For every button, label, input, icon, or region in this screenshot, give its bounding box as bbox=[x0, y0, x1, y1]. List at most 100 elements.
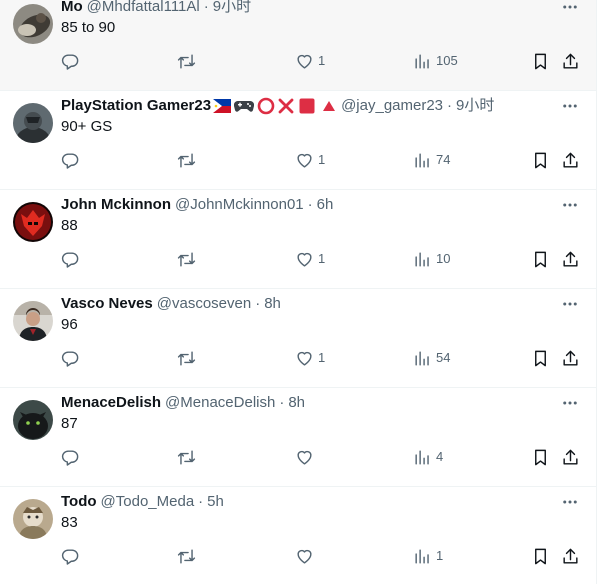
like-button[interactable]: 1 bbox=[295, 149, 325, 171]
reply-button[interactable] bbox=[61, 545, 80, 567]
tweet[interactable]: John Mckinnon @JohnMckinnon01 · 6h 88 1 … bbox=[0, 190, 596, 289]
share-button[interactable] bbox=[561, 248, 580, 270]
views-icon bbox=[415, 449, 429, 465]
retweet-icon bbox=[177, 449, 196, 465]
avatar[interactable] bbox=[13, 4, 53, 44]
separator-dot: · bbox=[203, 0, 209, 15]
views-button[interactable]: 4 bbox=[413, 446, 443, 468]
share-icon bbox=[563, 53, 578, 69]
reply-icon bbox=[61, 548, 79, 565]
share-button[interactable] bbox=[561, 50, 580, 72]
share-button[interactable] bbox=[561, 347, 580, 369]
share-button[interactable] bbox=[561, 446, 580, 468]
more-icon[interactable] bbox=[560, 393, 580, 413]
views-button[interactable]: 1 bbox=[413, 545, 443, 567]
more-icon[interactable] bbox=[560, 96, 580, 116]
timestamp[interactable]: 8h bbox=[264, 294, 281, 314]
bookmark-button[interactable] bbox=[531, 545, 550, 567]
reply-icon bbox=[61, 350, 79, 367]
retweet-button[interactable] bbox=[177, 545, 196, 567]
reply-button[interactable] bbox=[61, 347, 80, 369]
share-button[interactable] bbox=[561, 545, 580, 567]
tweet[interactable]: Todo @Todo_Meda · 5h 83 1 bbox=[0, 487, 596, 584]
circle-icon bbox=[257, 97, 275, 115]
reply-icon bbox=[61, 449, 79, 466]
views-button[interactable]: 54 bbox=[413, 347, 450, 369]
share-icon bbox=[563, 548, 578, 564]
more-icon[interactable] bbox=[560, 294, 580, 314]
view-count: 4 bbox=[436, 449, 444, 464]
reply-button[interactable] bbox=[61, 149, 80, 171]
retweet-button[interactable] bbox=[177, 50, 196, 72]
like-count: 1 bbox=[318, 350, 326, 365]
tweet-text: 88 bbox=[61, 217, 78, 234]
user-handle[interactable]: @vascoseven bbox=[157, 294, 251, 314]
reply-button[interactable] bbox=[61, 50, 80, 72]
tweet-text: 83 bbox=[61, 514, 78, 531]
user-handle[interactable]: @JohnMckinnon01 bbox=[175, 195, 304, 215]
retweet-button[interactable] bbox=[177, 446, 196, 468]
bookmark-button[interactable] bbox=[531, 248, 550, 270]
reply-icon bbox=[61, 152, 79, 169]
reply-button[interactable] bbox=[61, 248, 80, 270]
views-button[interactable]: 74 bbox=[413, 149, 450, 171]
like-button[interactable]: 1 bbox=[295, 50, 325, 72]
user-handle[interactable]: @MenaceDelish bbox=[165, 393, 275, 413]
view-count: 54 bbox=[436, 350, 451, 365]
like-button[interactable] bbox=[295, 446, 318, 468]
timestamp[interactable]: 8h bbox=[288, 393, 305, 413]
display-name[interactable]: Todo bbox=[61, 492, 97, 512]
reply-button[interactable] bbox=[61, 446, 80, 468]
bookmark-button[interactable] bbox=[531, 149, 550, 171]
timestamp[interactable]: 9小时 bbox=[456, 96, 494, 116]
timestamp[interactable]: 5h bbox=[207, 492, 224, 512]
user-handle[interactable]: @Mhdfattal111Al bbox=[87, 0, 200, 17]
retweet-icon bbox=[177, 350, 196, 366]
display-name[interactable]: Vasco Neves bbox=[61, 294, 153, 314]
triangle-icon bbox=[323, 101, 336, 111]
views-icon bbox=[415, 548, 429, 564]
more-icon[interactable] bbox=[560, 195, 580, 215]
like-button[interactable]: 1 bbox=[295, 248, 325, 270]
view-count: 10 bbox=[436, 251, 451, 266]
reply-feed: Mo @Mhdfattal111Al · 9小时 85 to 90 1 105 bbox=[0, 0, 611, 584]
tweet[interactable]: Mo @Mhdfattal111Al · 9小时 85 to 90 1 105 bbox=[0, 0, 596, 91]
timestamp[interactable]: 9小时 bbox=[213, 0, 251, 17]
bookmark-button[interactable] bbox=[531, 347, 550, 369]
more-icon[interactable] bbox=[560, 492, 580, 512]
tweet-text: 96 bbox=[61, 316, 78, 333]
user-handle[interactable]: @jay_gamer23 bbox=[341, 96, 443, 116]
tweet[interactable]: Vasco Neves @vascoseven · 8h 96 1 54 bbox=[0, 289, 596, 388]
tweet-text: 87 bbox=[61, 415, 78, 432]
like-button[interactable]: 1 bbox=[295, 347, 325, 369]
retweet-button[interactable] bbox=[177, 347, 196, 369]
tweet[interactable]: PlayStation Gamer23 @jay_gamer23 · 9小时 9… bbox=[0, 91, 596, 190]
retweet-button[interactable] bbox=[177, 248, 196, 270]
display-name[interactable]: MenaceDelish bbox=[61, 393, 161, 413]
avatar[interactable] bbox=[13, 103, 53, 143]
like-button[interactable] bbox=[295, 545, 318, 567]
retweet-icon bbox=[177, 251, 196, 267]
tweet[interactable]: MenaceDelish @MenaceDelish · 8h 87 4 bbox=[0, 388, 596, 487]
share-button[interactable] bbox=[561, 149, 580, 171]
avatar[interactable] bbox=[13, 400, 53, 440]
avatar[interactable] bbox=[13, 499, 53, 539]
user-handle[interactable]: @Todo_Meda bbox=[101, 492, 195, 512]
display-name[interactable]: Mo bbox=[61, 0, 83, 17]
reply-icon bbox=[61, 53, 79, 70]
retweet-icon bbox=[177, 548, 196, 564]
display-name[interactable]: PlayStation Gamer23 bbox=[61, 96, 211, 116]
display-name[interactable]: John Mckinnon bbox=[61, 195, 171, 215]
bookmark-icon bbox=[535, 350, 546, 366]
bookmark-button[interactable] bbox=[531, 50, 550, 72]
views-button[interactable]: 10 bbox=[413, 248, 450, 270]
more-icon[interactable] bbox=[560, 0, 580, 17]
avatar[interactable] bbox=[13, 301, 53, 341]
views-button[interactable]: 105 bbox=[413, 50, 458, 72]
avatar[interactable] bbox=[13, 202, 53, 242]
retweet-button[interactable] bbox=[177, 149, 196, 171]
view-count: 74 bbox=[436, 152, 451, 167]
bookmark-button[interactable] bbox=[531, 446, 550, 468]
timestamp[interactable]: 6h bbox=[317, 195, 334, 215]
tweet-header: John Mckinnon @JohnMckinnon01 · 6h bbox=[61, 195, 556, 215]
